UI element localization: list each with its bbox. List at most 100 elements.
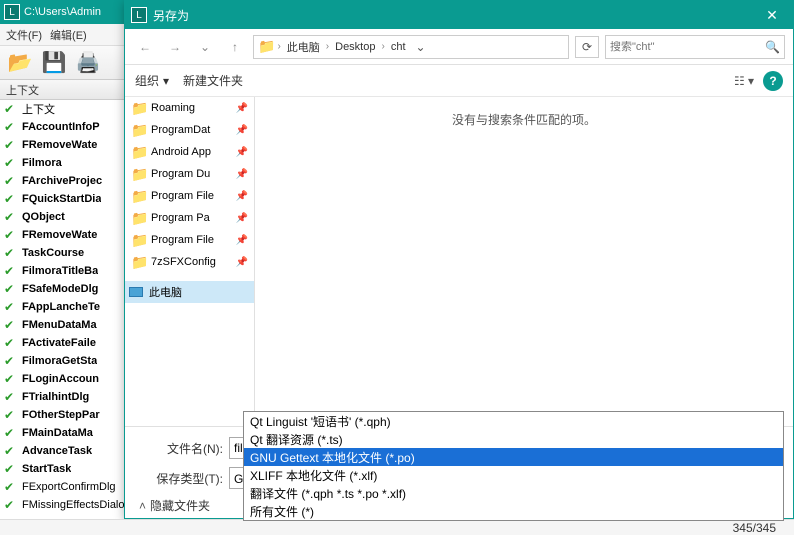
dropdown-item[interactable]: XLIFF 本地化文件 (*.xlf)	[244, 466, 783, 484]
sidebar-item[interactable]: 📁ProgramDat📌	[125, 119, 254, 141]
pin-icon: 📌	[236, 125, 248, 136]
filetype-dropdown[interactable]: Qt Linguist '短语书' (*.qph)Qt 翻译资源 (*.ts)G…	[243, 411, 784, 521]
app-icon: L	[4, 4, 20, 20]
sidebar-item-label: 7zSFXConfig	[151, 256, 230, 268]
chevron-right-icon: ›	[381, 41, 384, 52]
sidebar-item-label: ProgramDat	[151, 124, 230, 136]
dialog-toolbar: 组织 ▾ 新建文件夹 ☷ ▾ ?	[125, 65, 793, 97]
breadcrumb-dropdown[interactable]: ⌄	[412, 40, 430, 54]
sidebar-item-label: Program Pa	[151, 212, 230, 224]
check-icon: ✔	[4, 192, 18, 206]
chevron-down-icon: ▾	[163, 74, 169, 88]
folder-icon: 📁	[131, 188, 145, 205]
search-icon[interactable]: 🔍	[765, 40, 780, 54]
menu-edit[interactable]: 编辑(E)	[50, 27, 87, 43]
open-icon[interactable]: 📂	[6, 49, 34, 77]
sidebar-item[interactable]: 📁Program File📌	[125, 185, 254, 207]
print-icon[interactable]: 🖨️	[74, 49, 102, 77]
organize-button[interactable]: 组织 ▾	[135, 72, 169, 89]
check-icon: ✔	[4, 444, 18, 458]
context-item-label: FActivateFaile	[22, 337, 96, 349]
dropdown-item[interactable]: Qt 翻译资源 (*.ts)	[244, 430, 783, 448]
close-button[interactable]: ✕	[757, 7, 787, 24]
context-item-label: StartTask	[22, 463, 71, 475]
context-item-label: FAppLancheTe	[22, 301, 100, 313]
folder-icon: 📁	[131, 254, 145, 271]
pin-icon: 📌	[236, 103, 248, 114]
check-icon: ✔	[4, 372, 18, 386]
sidebar: 📁Roaming📌📁ProgramDat📌📁Android App📌📁Progr…	[125, 97, 255, 426]
check-icon: ✔	[4, 138, 18, 152]
folder-icon: 📁	[131, 232, 145, 249]
check-icon: ✔	[4, 354, 18, 368]
chevron-right-icon: ›	[277, 41, 280, 52]
chevron-right-icon: ›	[326, 41, 329, 52]
status-count: 345/345	[733, 521, 776, 535]
dropdown-item[interactable]: 所有文件 (*)	[244, 502, 783, 520]
check-icon: ✔	[4, 246, 18, 260]
breadcrumb-seg-2[interactable]: cht	[387, 41, 410, 53]
help-icon[interactable]: ?	[763, 71, 783, 91]
sidebar-item[interactable]: 📁7zSFXConfig📌	[125, 251, 254, 273]
breadcrumb-seg-0[interactable]: 此电脑	[283, 39, 324, 55]
pin-icon: 📌	[236, 235, 248, 246]
check-icon: ✔	[4, 300, 18, 314]
dropdown-item[interactable]: GNU Gettext 本地化文件 (*.po)	[244, 448, 783, 466]
recent-dropdown[interactable]: ⌄	[193, 35, 217, 59]
check-icon: ✔	[4, 228, 18, 242]
dropdown-item[interactable]: Qt Linguist '短语书' (*.qph)	[244, 412, 783, 430]
sidebar-item[interactable]: 📁Program Pa📌	[125, 207, 254, 229]
context-item-label: FAccountInfoP	[22, 121, 100, 133]
pin-icon: 📌	[236, 169, 248, 180]
check-icon: ✔	[4, 264, 18, 278]
file-pane: 没有与搜索条件匹配的项。	[255, 97, 793, 426]
refresh-button[interactable]: ⟳	[575, 36, 599, 58]
context-item-label: FilmoraGetSta	[22, 355, 97, 367]
search-box[interactable]: 🔍	[605, 35, 785, 59]
context-item-label: Filmora	[22, 157, 62, 169]
check-icon: ✔	[4, 318, 18, 332]
dropdown-item[interactable]: 翻译文件 (*.qph *.ts *.po *.xlf)	[244, 484, 783, 502]
sidebar-item[interactable]: 📁Android App📌	[125, 141, 254, 163]
context-item-label: FRemoveWate	[22, 139, 97, 151]
folder-icon: 📁	[131, 100, 145, 117]
sidebar-item[interactable]: 📁Roaming📌	[125, 97, 254, 119]
save-icon[interactable]: 💾	[40, 49, 68, 77]
sidebar-item-label: Program File	[151, 190, 230, 202]
dialog-app-icon: L	[131, 7, 147, 23]
new-folder-button[interactable]: 新建文件夹	[183, 72, 243, 89]
filetype-label: 保存类型(T):	[139, 470, 229, 487]
sidebar-item-label: Program Du	[151, 168, 230, 180]
statusbar: 345/345	[0, 519, 794, 535]
search-input[interactable]	[610, 41, 765, 53]
sidebar-item[interactable]: 📁Program File📌	[125, 229, 254, 251]
folder-icon: 📁	[258, 38, 275, 55]
check-icon: ✔	[4, 120, 18, 134]
context-item-label: FMenuDataMa	[22, 319, 97, 331]
check-icon: ✔	[4, 498, 18, 512]
up-button[interactable]: ↑	[223, 35, 247, 59]
check-icon: ✔	[4, 156, 18, 170]
context-item-label: FOtherStepPar	[22, 409, 100, 421]
breadcrumb[interactable]: 📁 › 此电脑 › Desktop › cht ⌄	[253, 35, 569, 59]
context-item-label: FRemoveWate	[22, 229, 97, 241]
forward-button[interactable]: →	[163, 35, 187, 59]
back-button[interactable]: ←	[133, 35, 157, 59]
context-item-label: AdvanceTask	[22, 445, 92, 457]
context-item-label: FQuickStartDia	[22, 193, 101, 205]
check-icon: ✔	[4, 210, 18, 224]
menu-file[interactable]: 文件(F)	[6, 27, 42, 43]
breadcrumb-seg-1[interactable]: Desktop	[331, 41, 379, 53]
sidebar-item-this-pc[interactable]: 此电脑	[125, 281, 254, 303]
context-item-label: FSafeModeDlg	[22, 283, 98, 295]
context-item-label: 上下文	[22, 101, 55, 117]
context-item-label: FExportConfirmDlg	[22, 481, 116, 493]
dialog-title: 另存为	[153, 7, 757, 24]
sidebar-item[interactable]: 📁Program Du📌	[125, 163, 254, 185]
context-item-label: FilmoraTitleBa	[22, 265, 98, 277]
monitor-icon	[129, 287, 143, 297]
view-options-button[interactable]: ☷ ▾	[733, 70, 755, 92]
check-icon: ✔	[4, 336, 18, 350]
pin-icon: 📌	[236, 213, 248, 224]
pin-icon: 📌	[236, 147, 248, 158]
